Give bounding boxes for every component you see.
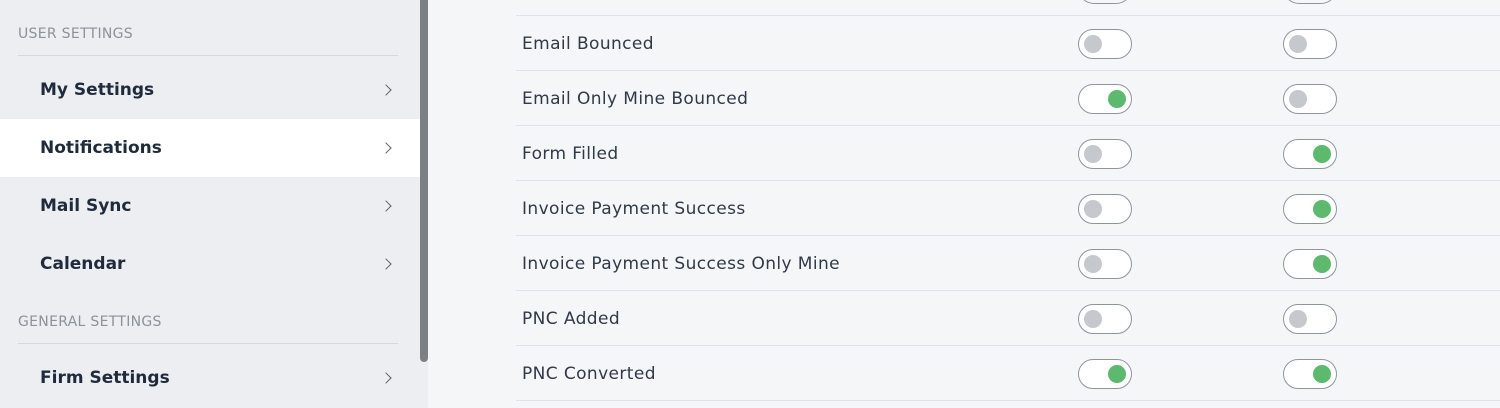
toggle-knob (1313, 254, 1331, 273)
chevron-right-icon (380, 200, 392, 212)
notification-row: PNC Converted (516, 346, 1500, 401)
notification-row: Email Only Mine Bounced (516, 71, 1500, 126)
toggle-switch[interactable] (1078, 138, 1132, 169)
toggle-switch[interactable] (1078, 248, 1132, 279)
toggle-knob (1108, 89, 1126, 108)
toggle-switch[interactable] (1283, 83, 1337, 114)
notification-label: PNC Converted (522, 363, 656, 384)
notification-label: Invoice Payment Success Only Mine (522, 253, 841, 274)
toggle-knob (1084, 309, 1102, 328)
toggle-knob (1084, 34, 1102, 53)
sidebar-item-my-settings[interactable]: My Settings (0, 61, 420, 119)
toggle-switch-partial[interactable] (1283, 0, 1337, 4)
sidebar-item-label: Calendar (40, 254, 126, 274)
notification-row: Form Filled (516, 126, 1500, 181)
toggle-knob (1084, 199, 1102, 218)
toggle-switch[interactable] (1078, 303, 1132, 334)
toggle-knob (1313, 364, 1331, 383)
toggle-switch[interactable] (1283, 303, 1337, 334)
toggle-knob (1289, 34, 1307, 53)
general-settings-heading: GENERAL SETTINGS (18, 314, 162, 330)
sidebar-item-label: Notifications (40, 138, 162, 158)
sidebar-item-label: Firm Settings (40, 368, 170, 388)
toggle-switch[interactable] (1283, 138, 1337, 169)
row-divider (516, 400, 1500, 401)
notifications-panel: Email Bounced Email Only Mine Bounced Fo… (428, 0, 1500, 408)
chevron-right-icon (380, 142, 392, 154)
toggle-switch[interactable] (1078, 83, 1132, 114)
divider (18, 343, 398, 344)
sidebar-item-mail-sync[interactable]: Mail Sync (0, 177, 420, 235)
sidebar-item-firm-settings[interactable]: Firm Settings (0, 349, 420, 407)
settings-sidebar: USER SETTINGS My Settings Notifications … (0, 0, 420, 408)
notification-label: Email Only Mine Bounced (522, 88, 749, 109)
toggle-switch[interactable] (1078, 358, 1132, 389)
sidebar-item-label: Mail Sync (40, 196, 132, 216)
divider (18, 55, 398, 56)
sidebar-item-label: My Settings (40, 80, 155, 100)
sidebar-item-calendar[interactable]: Calendar (0, 235, 420, 293)
chevron-right-icon (380, 372, 392, 384)
notification-label: PNC Added (522, 308, 621, 329)
toggle-knob (1084, 144, 1102, 163)
notification-row: Invoice Payment Success (516, 181, 1500, 236)
toggle-knob (1289, 309, 1307, 328)
toggle-switch[interactable] (1283, 28, 1337, 59)
toggle-switch[interactable] (1078, 193, 1132, 224)
toggle-knob (1313, 144, 1331, 163)
notification-label: Invoice Payment Success (522, 198, 746, 219)
notification-label: Email Bounced (522, 33, 654, 54)
toggle-switch[interactable] (1283, 193, 1337, 224)
chevron-right-icon (380, 258, 392, 270)
chevron-right-icon (380, 84, 392, 96)
toggle-switch-partial[interactable] (1078, 0, 1132, 4)
toggle-switch[interactable] (1283, 248, 1337, 279)
notification-row: Email Bounced (516, 16, 1500, 71)
sidebar-scrollbar[interactable] (420, 0, 428, 408)
scrollbar-thumb[interactable] (420, 0, 428, 362)
user-settings-heading: USER SETTINGS (18, 26, 133, 42)
toggle-switch[interactable] (1283, 358, 1337, 389)
toggle-knob (1313, 199, 1331, 218)
notification-row: PNC Added (516, 291, 1500, 346)
notification-row: Invoice Payment Success Only Mine (516, 236, 1500, 291)
sidebar-item-notifications[interactable]: Notifications (0, 119, 420, 177)
toggle-switch[interactable] (1078, 28, 1132, 59)
toggle-knob (1108, 364, 1126, 383)
toggle-knob (1289, 89, 1307, 108)
notification-label: Form Filled (522, 143, 619, 164)
toggle-knob (1084, 254, 1102, 273)
